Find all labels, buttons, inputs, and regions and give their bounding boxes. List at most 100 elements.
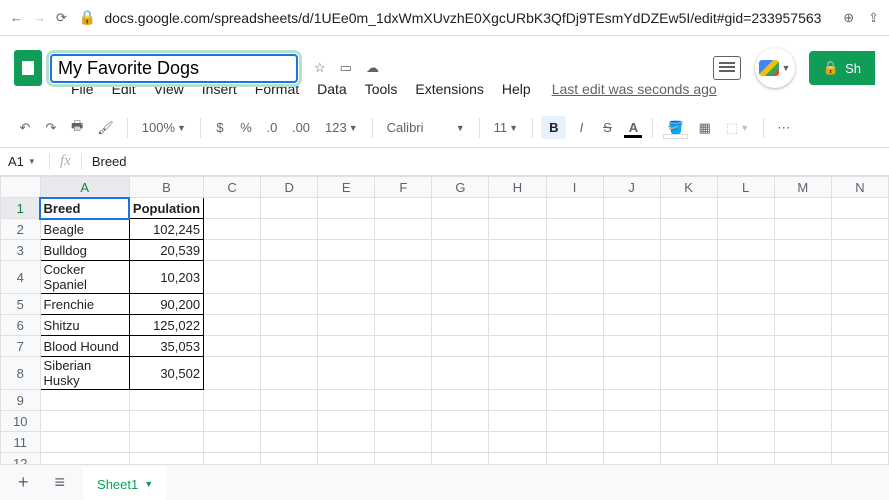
cell[interactable] [831,390,888,411]
cell[interactable] [318,198,375,219]
meet-button[interactable]: ▼ [755,48,795,88]
cell[interactable] [204,411,261,432]
font-size-dropdown[interactable]: 11▼ [488,116,524,139]
cell[interactable] [432,357,489,390]
all-sheets-button[interactable]: ≡ [47,468,74,497]
row-header[interactable]: 8 [1,357,41,390]
cell[interactable] [717,315,774,336]
cell[interactable] [204,261,261,294]
cell[interactable] [717,294,774,315]
cell[interactable] [546,390,603,411]
cell[interactable]: 125,022 [129,315,203,336]
cell[interactable] [375,219,432,240]
font-dropdown[interactable]: Calibri▼ [381,116,471,139]
row-header[interactable]: 11 [1,432,41,453]
cell[interactable]: Breed [40,198,129,219]
italic-button[interactable]: I [570,116,592,139]
cell[interactable] [660,336,717,357]
cell[interactable] [660,294,717,315]
sheets-logo-icon[interactable] [14,50,42,86]
cell[interactable] [774,294,831,315]
column-header[interactable]: J [603,177,660,198]
cell[interactable] [489,261,546,294]
cell[interactable] [546,336,603,357]
cell[interactable] [831,315,888,336]
cell[interactable] [660,315,717,336]
cell[interactable] [204,315,261,336]
cell[interactable] [432,198,489,219]
column-header[interactable]: I [546,177,603,198]
share-icon[interactable]: ⇪ [868,10,879,26]
cell[interactable] [831,198,888,219]
cell[interactable] [318,219,375,240]
cell[interactable] [774,390,831,411]
cell[interactable] [432,411,489,432]
column-header[interactable]: H [489,177,546,198]
currency-icon[interactable]: $ [209,116,231,139]
cell[interactable]: Frenchie [40,294,129,315]
cell[interactable] [603,261,660,294]
document-title-input[interactable] [50,54,298,83]
sheet-tab[interactable]: Sheet1 ▼ [83,466,167,500]
paint-format-icon[interactable]: 🖌 [92,116,119,140]
cell[interactable] [774,240,831,261]
percent-icon[interactable]: % [235,116,257,139]
cell[interactable] [318,411,375,432]
cell[interactable]: 35,053 [129,336,203,357]
cell[interactable] [546,219,603,240]
cell[interactable] [375,357,432,390]
text-color-button[interactable]: A [622,118,644,137]
cell[interactable]: Shitzu [40,315,129,336]
column-header[interactable]: G [432,177,489,198]
cell[interactable] [660,357,717,390]
cell[interactable]: Cocker Spaniel [40,261,129,294]
cell[interactable] [318,336,375,357]
cell[interactable] [717,357,774,390]
cell[interactable] [489,315,546,336]
cell[interactable] [717,336,774,357]
row-header[interactable]: 4 [1,261,41,294]
column-header[interactable]: C [204,177,261,198]
cell[interactable] [546,315,603,336]
cell[interactable] [432,390,489,411]
cell[interactable]: Population [129,198,203,219]
cell[interactable] [546,411,603,432]
cell[interactable] [204,390,261,411]
column-header[interactable]: K [660,177,717,198]
cell[interactable] [774,261,831,294]
cell[interactable] [489,432,546,453]
cell[interactable] [489,411,546,432]
browser-back-icon[interactable]: ← [10,10,23,26]
cell[interactable] [774,432,831,453]
cell[interactable] [546,261,603,294]
cell[interactable] [318,294,375,315]
undo-icon[interactable]: ↶ [14,116,36,140]
select-all-corner[interactable] [1,177,41,198]
column-header[interactable]: B [129,177,203,198]
cell[interactable] [489,240,546,261]
star-icon[interactable]: ☆ [314,60,326,76]
cell[interactable] [603,294,660,315]
cell[interactable] [40,432,129,453]
cell[interactable]: 30,502 [129,357,203,390]
cell[interactable] [318,432,375,453]
cell[interactable] [774,219,831,240]
fill-color-button[interactable]: 🪣 [661,118,689,138]
decimal-increase-icon[interactable]: .00 [287,116,315,139]
cell[interactable] [831,240,888,261]
row-header[interactable]: 9 [1,390,41,411]
cell[interactable] [204,432,261,453]
cell[interactable] [831,432,888,453]
cell[interactable] [204,336,261,357]
number-format-dropdown[interactable]: 123▼ [319,116,364,139]
cell[interactable] [375,240,432,261]
cell[interactable] [489,390,546,411]
cell[interactable] [489,294,546,315]
cell[interactable] [318,357,375,390]
cell[interactable]: Beagle [40,219,129,240]
row-header[interactable]: 5 [1,294,41,315]
browser-reload-icon[interactable]: ⟳ [56,10,67,26]
cell[interactable] [603,432,660,453]
browser-forward-icon[interactable]: → [33,10,46,26]
column-header[interactable]: A [40,177,129,198]
